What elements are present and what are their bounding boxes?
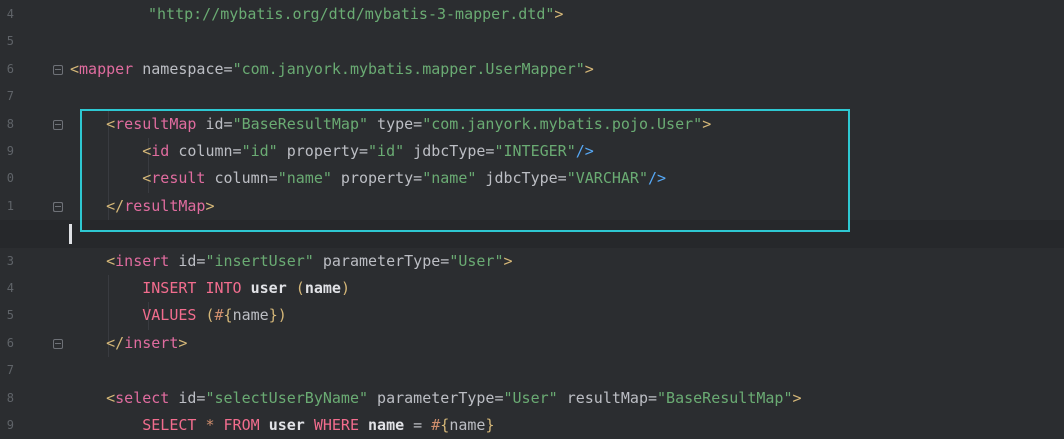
line-number: 7 xyxy=(6,89,14,104)
code-token: { xyxy=(223,306,233,325)
code-token: parameterType= xyxy=(368,388,504,407)
code-line[interactable]: INSERT INTO user (name) xyxy=(70,275,350,302)
code-token: "selectUserByName" xyxy=(205,388,369,407)
code-token: > xyxy=(503,251,513,270)
code-token: id= xyxy=(169,388,206,407)
fold-toggle-icon[interactable] xyxy=(53,119,63,130)
code-token: } xyxy=(485,416,495,434)
fold-end-icon[interactable] xyxy=(53,201,63,212)
code-token: name xyxy=(232,306,269,325)
code-token: WHERE xyxy=(313,416,369,434)
line-number-gutter: 4567890123456789 xyxy=(0,0,16,436)
code-token: # xyxy=(431,416,441,434)
line-number: 1 xyxy=(6,198,14,213)
code-token: </ xyxy=(106,333,125,352)
code-token: ) xyxy=(340,279,350,297)
code-token: > xyxy=(554,5,564,23)
line-number: 9 xyxy=(6,144,14,158)
code-token: FROM xyxy=(223,416,269,434)
code-token: ) xyxy=(277,306,287,325)
line-number: 4 xyxy=(6,7,14,21)
code-token: name xyxy=(368,416,405,434)
line-number: 3 xyxy=(6,253,14,268)
line-number: 5 xyxy=(6,34,14,49)
code-token: insert xyxy=(124,333,179,352)
code-line[interactable]: <insert id="insertUser" parameterType="U… xyxy=(70,248,513,275)
code-line[interactable]: </insert> xyxy=(70,330,187,357)
code-token: < xyxy=(106,251,116,270)
code-token: < xyxy=(106,388,116,407)
code-token: "http://mybatis.org/dtd/mybatis-3-mapper… xyxy=(148,5,555,23)
code-editor[interactable]: 4567890123456789 "http://mybatis.org/dtd… xyxy=(0,0,1064,436)
text-cursor xyxy=(69,224,72,245)
code-token: resultMap= xyxy=(557,388,658,407)
fold-end-icon[interactable] xyxy=(53,338,63,349)
code-token: > xyxy=(584,59,594,78)
code-token: * xyxy=(205,416,224,434)
code-token: INSERT INTO xyxy=(142,279,251,297)
line-number: 9 xyxy=(6,418,14,432)
code-token: name xyxy=(304,279,341,297)
code-line[interactable]: <select id="selectUserByName" parameterT… xyxy=(70,385,802,412)
code-token: > xyxy=(792,388,802,407)
line-number: 8 xyxy=(6,390,14,405)
code-line[interactable]: <mapper namespace="com.janyork.mybatis.m… xyxy=(70,56,594,83)
code-token: } xyxy=(268,306,278,325)
code-line[interactable]: VALUES (#{name}) xyxy=(70,302,287,329)
fold-toggle-icon[interactable] xyxy=(53,64,63,75)
result-map-highlight-box xyxy=(80,109,850,232)
line-number: 7 xyxy=(6,363,14,378)
code-token: select xyxy=(115,388,170,407)
code-token: "User" xyxy=(449,251,504,270)
code-token: { xyxy=(440,416,450,434)
code-token: id= xyxy=(169,251,206,270)
code-token: "User" xyxy=(503,388,558,407)
line-number: 0 xyxy=(6,171,14,186)
code-token: user xyxy=(250,279,287,297)
code-token: "insertUser" xyxy=(205,251,314,270)
code-token: parameterType= xyxy=(313,251,450,270)
code-token: ( xyxy=(295,279,305,297)
code-line[interactable]: SELECT * FROM user WHERE name = #{name} xyxy=(70,412,494,439)
line-number: 6 xyxy=(6,61,14,76)
code-token: ( xyxy=(205,306,215,325)
code-token: > xyxy=(178,333,188,352)
code-token: insert xyxy=(115,251,170,270)
code-line[interactable]: "http://mybatis.org/dtd/mybatis-3-mapper… xyxy=(148,1,563,28)
code-token: namespace= xyxy=(133,59,233,78)
code-token: # xyxy=(214,306,224,325)
code-token: < xyxy=(70,59,80,78)
line-number: 4 xyxy=(6,281,14,295)
line-number: 5 xyxy=(6,308,14,323)
code-token: = xyxy=(404,416,432,434)
code-token: "BaseResultMap" xyxy=(657,388,793,407)
code-token: name xyxy=(449,416,486,434)
code-token: VALUES xyxy=(142,306,206,325)
code-token: user xyxy=(268,416,305,434)
line-number: 6 xyxy=(6,335,14,350)
line-number: 8 xyxy=(6,116,14,131)
code-token: mapper xyxy=(79,59,134,78)
code-token: "com.janyork.mybatis.mapper.UserMapper" xyxy=(232,59,585,78)
code-token: SELECT xyxy=(142,416,206,434)
